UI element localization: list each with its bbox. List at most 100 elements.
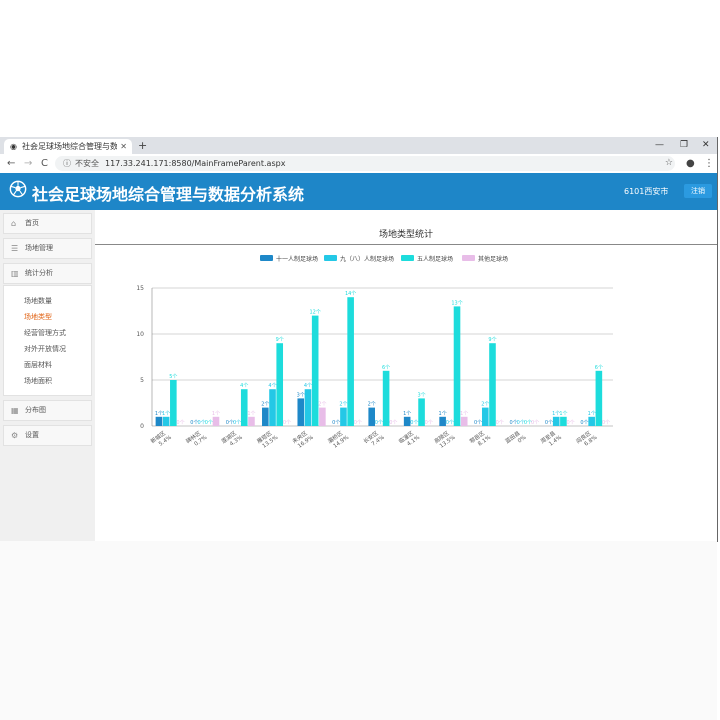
submenu-public-opening[interactable]: 对外开放情况 [24, 345, 66, 354]
bar-value-label: 1个 [559, 411, 567, 417]
bar-value-label: 12个 [309, 310, 320, 316]
sidebar: ⌂ 首页 ☰ 场地管理 ▥ 统计分析 场地数量 场地类型 经营管理方式 对外开放… [0, 210, 95, 541]
tab-strip: ◉ 社会足球场地综合管理与数据分析系统 ✕ + — ❐ ✕ [0, 137, 717, 154]
bar [347, 297, 354, 426]
bar-value-label: 1个 [212, 411, 220, 417]
legend-label: 其他足球场 [478, 255, 508, 263]
close-window-icon[interactable]: ✕ [702, 139, 710, 152]
logout-button[interactable]: 注销 [684, 184, 712, 198]
legend-swatch [260, 255, 273, 261]
bar [311, 315, 319, 426]
info-icon[interactable]: ⓘ [63, 156, 71, 171]
legend-label: 九（八）人制足球场 [340, 255, 394, 263]
y-tick-label: 10 [136, 331, 144, 338]
bar-value-label: 1个 [247, 411, 255, 417]
new-tab-button[interactable]: + [138, 138, 147, 153]
submenu-operation-mode[interactable]: 经营管理方式 [24, 329, 66, 338]
bar-value-label: 0个 [283, 420, 291, 426]
bar-value-label: 0个 [602, 420, 610, 426]
bar-value-label: 0个 [410, 420, 418, 426]
menu-label: 场地管理 [25, 244, 53, 252]
map-icon: ▦ [11, 406, 19, 415]
submenu-venue-type[interactable]: 场地类型 [24, 313, 52, 322]
bar [595, 370, 603, 426]
bar [240, 389, 248, 426]
football-logo-icon [9, 180, 27, 198]
bar-value-label: 0个 [580, 420, 588, 426]
tab-title: 社会足球场地综合管理与数据分析系统 [22, 142, 117, 151]
bar-value-label: 1个 [162, 411, 170, 417]
bar-value-label: 0个 [375, 420, 383, 426]
app-title: 社会足球场地综合管理与数据分析系统 [32, 185, 305, 204]
bar-value-label: 2个 [318, 402, 326, 408]
chart-title: 场地类型统计 [378, 230, 433, 240]
bar-value-label: 3个 [417, 392, 425, 398]
bar-value-label: 0个 [176, 420, 184, 426]
browser-tab[interactable]: ◉ 社会足球场地综合管理与数据分析系统 ✕ [4, 139, 132, 154]
back-icon[interactable]: ← [7, 156, 15, 171]
url-text[interactable]: 117.33.241.171:8580/MainFrameParent.aspx [105, 156, 285, 171]
account-icon[interactable]: ● [686, 156, 695, 171]
star-icon[interactable]: ☆ [665, 156, 673, 171]
globe-icon: ◉ [10, 142, 17, 151]
restore-icon[interactable]: ❐ [680, 139, 688, 152]
bar [155, 416, 163, 426]
bar-value-label: 9个 [488, 337, 496, 343]
bar-value-label: 9个 [276, 337, 284, 343]
menu-home[interactable]: ⌂ 首页 [3, 213, 92, 234]
submenu-venue-area[interactable]: 场地面积 [24, 377, 52, 386]
bar-value-label: 1个 [588, 411, 596, 417]
y-tick-label: 15 [136, 285, 144, 292]
forward-icon[interactable]: → [24, 156, 32, 171]
submenu-surface-material[interactable]: 面层材料 [24, 361, 52, 370]
browser-window: ◉ 社会足球场地综合管理与数据分析系统 ✕ + — ❐ ✕ ← → C ⓘ 不安… [0, 137, 718, 542]
bar-value-label: 0个 [389, 420, 397, 426]
bar [453, 306, 461, 426]
menu-dots-icon[interactable]: ⋮ [704, 156, 714, 171]
bar-value-label: 1个 [460, 411, 468, 417]
bar-value-label: 3个 [297, 392, 305, 398]
bar-value-label: 5个 [169, 374, 177, 380]
minimize-icon[interactable]: — [655, 139, 664, 152]
bar-value-label: 14个 [345, 291, 356, 297]
bar-value-label: 2个 [481, 402, 489, 408]
list-icon: ☰ [11, 244, 19, 253]
y-tick-label: 5 [140, 377, 144, 384]
menu-distribution-map[interactable]: ▦ 分布图 [3, 400, 92, 421]
legend-swatch [324, 255, 337, 261]
url-field[interactable]: ⓘ 不安全 117.33.241.171:8580/MainFrameParen… [55, 156, 675, 171]
bar [552, 416, 560, 426]
bar [340, 407, 347, 426]
bar-value-label: 0个 [332, 420, 340, 426]
bar [319, 407, 326, 426]
bar-value-label: 0个 [496, 420, 504, 426]
menu-statistics[interactable]: ▥ 统计分析 [3, 263, 92, 284]
bar-value-label: 6个 [595, 365, 603, 371]
bar-value-label: 13个 [451, 300, 462, 306]
bar-value-label: 0个 [354, 420, 362, 426]
bar-value-label: 1个 [403, 411, 411, 417]
chart-divider [95, 244, 717, 245]
bar [382, 370, 390, 426]
bar [212, 416, 220, 426]
menu-label: 分布图 [25, 406, 46, 414]
close-tab-icon[interactable]: ✕ [120, 139, 127, 154]
reload-icon[interactable]: C [41, 156, 48, 171]
app-header: 社会足球场地综合管理与数据分析系统 6101西安市 注销 [0, 173, 717, 210]
bar [162, 416, 170, 426]
main-content: 场地类型统计 十一人制足球场 九（八）人制足球场 五人制足球场 其他足球场 0 5 10 15… [95, 210, 717, 541]
bar-value-label: 2个 [261, 402, 269, 408]
bar-value-label: 0个 [567, 420, 575, 426]
bar-value-label: 0个 [425, 420, 433, 426]
bar [489, 343, 496, 426]
bar-chart-icon: ▥ [11, 269, 19, 278]
bar [481, 407, 489, 426]
menu-settings[interactable]: ⚙ 设置 [3, 425, 92, 446]
submenu-venue-count[interactable]: 场地数量 [24, 297, 52, 306]
statistics-submenu: 场地数量 场地类型 经营管理方式 对外开放情况 面层材料 场地面积 [3, 285, 92, 396]
menu-venue-management[interactable]: ☰ 场地管理 [3, 238, 92, 259]
bar-value-label: 0个 [474, 420, 482, 426]
legend-swatch [462, 255, 475, 261]
bar-value-label: 4个 [240, 383, 248, 389]
bar-value-label: 0个 [531, 420, 539, 426]
